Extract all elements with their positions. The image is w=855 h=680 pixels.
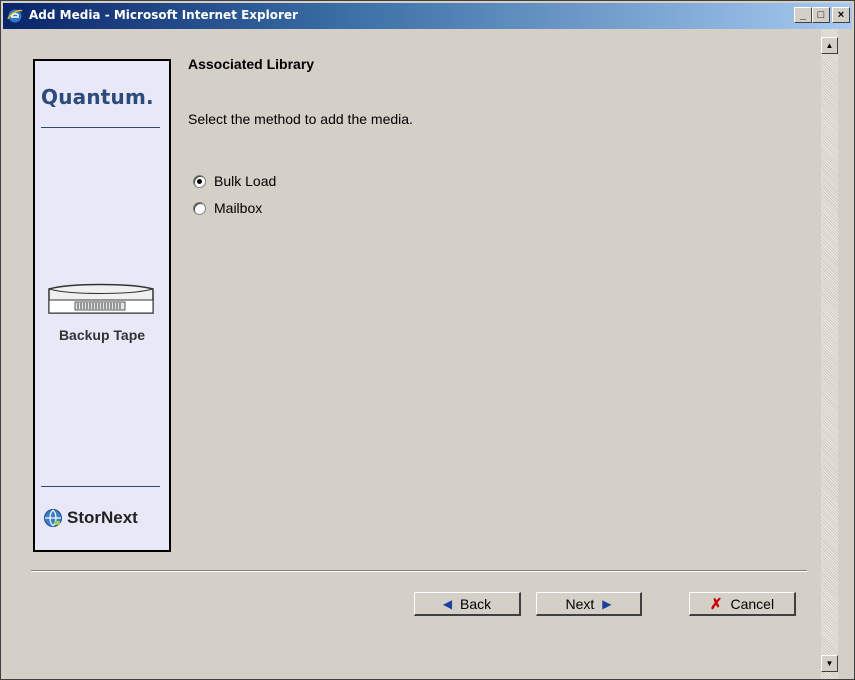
option-bulk-load[interactable]: Bulk Load — [193, 173, 276, 189]
browser-window: Add Media - Microsoft Internet Explorer … — [0, 0, 855, 680]
cancel-button[interactable]: ✗ Cancel — [689, 592, 796, 616]
internet-explorer-icon — [7, 9, 23, 23]
title-bar[interactable]: Add Media - Microsoft Internet Explorer … — [3, 3, 852, 29]
mailbox-radio[interactable] — [193, 201, 206, 215]
back-label: Back — [460, 595, 492, 612]
mailbox-label[interactable]: Mailbox — [214, 200, 262, 216]
quantum-logo: Quantum. — [41, 85, 154, 109]
stornext-globe-icon — [44, 509, 62, 527]
bulk-load-radio[interactable] — [193, 174, 206, 188]
stornext-logo: StorNext — [43, 508, 138, 528]
scroll-down-button[interactable]: ▼ — [821, 655, 838, 672]
page-title: Associated Library — [188, 56, 315, 72]
next-label: Next — [565, 595, 595, 612]
next-arrow-icon: ▶ — [602, 596, 612, 611]
back-arrow-icon: ◀ — [442, 596, 453, 611]
sidebar-divider-bottom — [41, 486, 160, 487]
sidebar-divider-top — [41, 127, 160, 128]
bulk-load-label[interactable]: Bulk Load — [214, 173, 276, 189]
window-title: Add Media - Microsoft Internet Explorer — [29, 8, 298, 22]
close-button[interactable]: × — [832, 7, 850, 23]
scroll-up-button[interactable]: ▲ — [821, 37, 838, 54]
backup-tape-icon — [48, 283, 154, 314]
wizard-sidebar: Quantum. Backup Tape StorNext — [33, 59, 171, 552]
footer-separator — [31, 570, 807, 572]
option-mailbox[interactable]: Mailbox — [193, 200, 262, 216]
cancel-x-icon: ✗ — [709, 595, 723, 613]
cancel-label: Cancel — [730, 595, 775, 612]
backup-tape-label: Backup Tape — [58, 327, 146, 343]
back-button[interactable]: ◀ Back — [414, 592, 521, 616]
stornext-text: StorNext — [67, 508, 138, 527]
maximize-button[interactable]: □ — [812, 7, 830, 23]
window-right-border — [838, 29, 854, 679]
instruction-text: Select the method to add the media. — [188, 111, 413, 127]
vertical-scrollbar[interactable]: ▲ ▼ — [821, 29, 838, 679]
dialog-content: Quantum. Backup Tape StorNext Associated… — [11, 29, 821, 679]
minimize-button[interactable]: _ — [794, 7, 812, 23]
next-button[interactable]: Next ▶ — [536, 592, 642, 616]
